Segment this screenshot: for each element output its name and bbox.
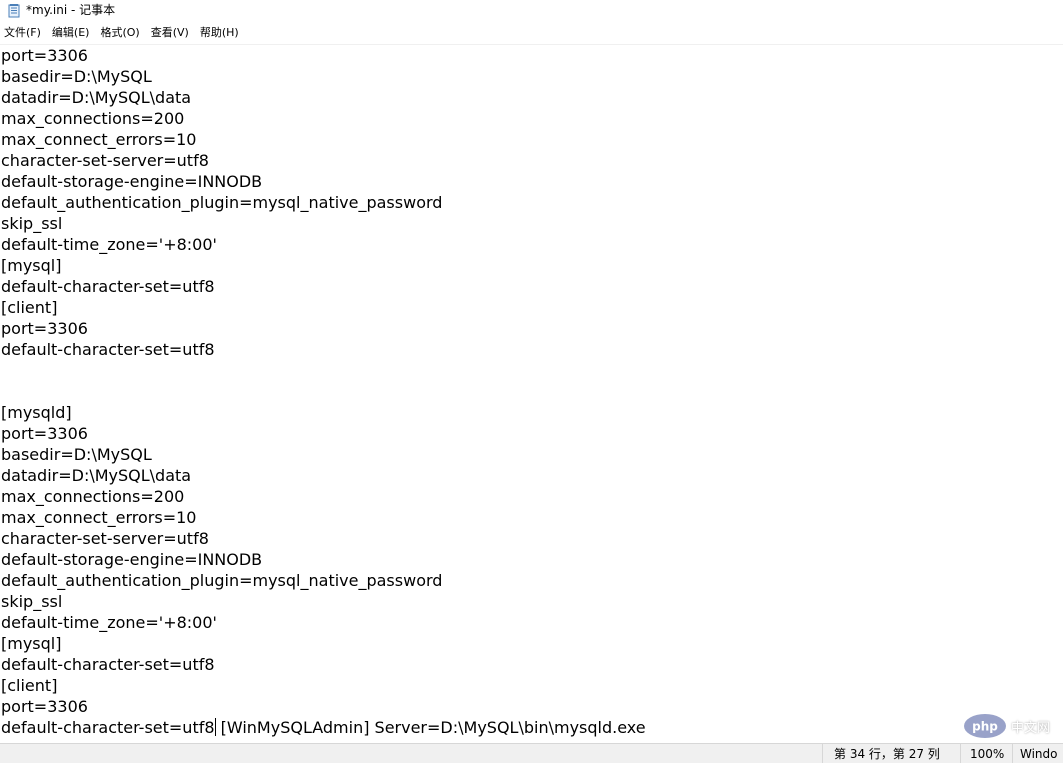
menu-help[interactable]: 帮助(H) xyxy=(196,22,246,44)
editor-line: default-storage-engine=INNODB xyxy=(1,172,263,191)
editor-line: basedir=D:\MySQL xyxy=(1,445,152,464)
editor-line: [client] xyxy=(1,676,58,695)
menu-file[interactable]: 文件(F) xyxy=(0,22,48,44)
editor-line: character-set-server=utf8 xyxy=(1,151,209,170)
editor-line: max_connect_errors=10 xyxy=(1,130,197,149)
status-separator xyxy=(1012,744,1013,763)
editor-line: character-set-server=utf8 xyxy=(1,529,209,548)
editor-line: default-character-set=utf8 xyxy=(1,655,215,674)
editor-line: [mysql] xyxy=(1,634,62,653)
editor-line: max_connections=200 xyxy=(1,109,185,128)
watermark: php 中文网 xyxy=(963,712,1050,740)
editor-line: default-time_zone='+8:00' xyxy=(1,235,217,254)
zoom-level: 100% xyxy=(970,747,1005,761)
status-separator xyxy=(822,744,823,763)
notepad-window: *my.ini - 记事本 文件(F) 编辑(E) 格式(O) 查看(V) 帮助… xyxy=(0,0,1063,763)
editor-line: skip_ssl xyxy=(1,592,63,611)
editor-line: [mysqld] xyxy=(1,403,72,422)
menu-view[interactable]: 查看(V) xyxy=(147,22,196,44)
editor-line: port=3306 xyxy=(1,424,88,443)
editor-line: max_connect_errors=10 xyxy=(1,508,197,527)
editor-line: datadir=D:\MySQL\data xyxy=(1,88,192,107)
title-bar[interactable]: *my.ini - 记事本 xyxy=(0,0,1063,19)
menu-edit[interactable]: 编辑(E) xyxy=(48,22,97,44)
line-ending: Windo xyxy=(1020,747,1058,761)
cursor-position: 第 34 行，第 27 列 xyxy=(834,747,940,761)
editor-line: basedir=D:\MySQL xyxy=(1,67,152,86)
status-separator xyxy=(960,744,961,763)
editor-line: max_connections=200 xyxy=(1,487,185,506)
editor-line: default-character-set=utf8 xyxy=(1,340,215,359)
text-editor[interactable]: port=3306 basedir=D:\MySQL datadir=D:\My… xyxy=(0,45,1063,743)
window-title: *my.ini - 记事本 xyxy=(26,3,116,17)
editor-line: default-character-set=utf8 xyxy=(1,277,215,296)
editor-line: datadir=D:\MySQL\data xyxy=(1,466,192,485)
line-text-after-caret: [WinMySQLAdmin] Server=D:\MySQL\bin\mysq… xyxy=(215,718,646,737)
line-text-before-caret: default-character-set=utf8 xyxy=(1,718,215,737)
editor-line: default_authentication_plugin=mysql_nati… xyxy=(1,193,443,212)
svg-text:php: php xyxy=(972,720,998,734)
notepad-icon xyxy=(8,3,20,17)
php-logo-icon: php xyxy=(964,714,1006,738)
editor-line-current: default-character-set=utf8 [WinMySQLAdmi… xyxy=(0,717,1063,738)
watermark-text: 中文网 xyxy=(1011,720,1051,736)
editor-line: default-time_zone='+8:00' xyxy=(1,613,217,632)
editor-line: port=3306 xyxy=(1,46,88,65)
editor-line: default_authentication_plugin=mysql_nati… xyxy=(1,571,443,590)
editor-line: port=3306 xyxy=(1,319,88,338)
editor-line: [client] xyxy=(1,298,58,317)
editor-line: default-storage-engine=INNODB xyxy=(1,550,263,569)
editor-line: [mysql] xyxy=(1,256,62,275)
menu-bar: 文件(F) 编辑(E) 格式(O) 查看(V) 帮助(H) xyxy=(0,22,1063,45)
editor-line: skip_ssl xyxy=(1,214,63,233)
editor-line: port=3306 xyxy=(1,697,88,716)
status-bar: 第 34 行，第 27 列 100% Windo xyxy=(0,743,1063,763)
menu-format[interactable]: 格式(O) xyxy=(96,22,146,44)
